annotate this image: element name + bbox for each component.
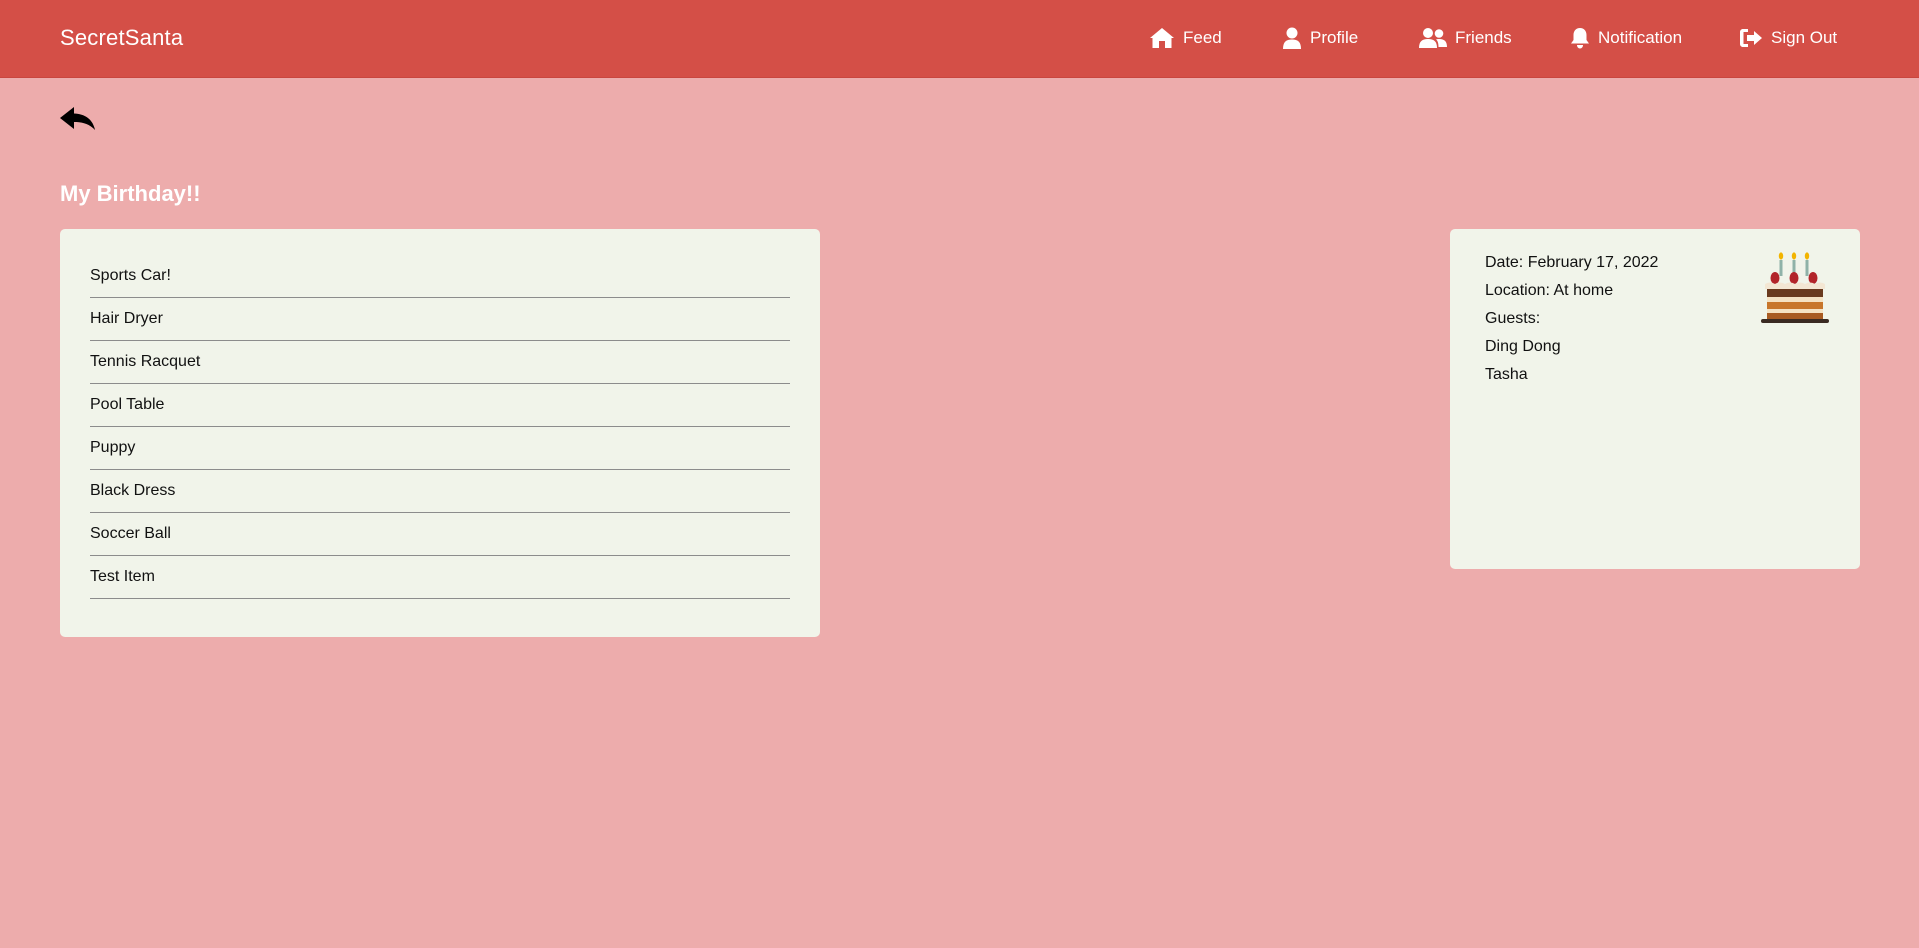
reply-arrow-icon bbox=[60, 107, 95, 130]
wishlist-item[interactable]: Tennis Racquet bbox=[90, 341, 790, 384]
wishlist-item[interactable]: Sports Car! bbox=[90, 255, 790, 298]
event-date: Date: February 17, 2022 bbox=[1485, 254, 1659, 271]
wishlist-item[interactable]: Black Dress bbox=[90, 470, 790, 513]
nav-friends-label: Friends bbox=[1455, 28, 1512, 47]
nav-sign-out[interactable]: Sign Out bbox=[1739, 26, 1837, 50]
nav-notification-label: Notification bbox=[1598, 28, 1683, 47]
home-icon bbox=[1150, 28, 1174, 48]
brand-logo[interactable]: SecretSanta bbox=[60, 25, 183, 51]
sign-out-icon bbox=[1740, 29, 1762, 47]
top-navbar: SecretSanta Feed Profile Friends Notific… bbox=[0, 0, 1919, 78]
nav-profile[interactable]: Profile bbox=[1282, 26, 1358, 50]
guests-label: Guests: bbox=[1485, 310, 1541, 327]
back-button[interactable] bbox=[58, 104, 98, 134]
wishlist-item[interactable]: Puppy bbox=[90, 427, 790, 470]
event-title: My Birthday!! bbox=[60, 181, 201, 206]
guest-name: Tasha bbox=[1485, 366, 1528, 383]
wishlist-item[interactable]: Soccer Ball bbox=[90, 513, 790, 556]
nav-feed-label: Feed bbox=[1183, 28, 1222, 47]
nav-feed[interactable]: Feed bbox=[1149, 26, 1222, 50]
event-details-card: Date: February 17, 2022 Location: At hom… bbox=[1450, 229, 1860, 569]
wishlist-item[interactable]: Hair Dryer bbox=[90, 298, 790, 341]
wishlist-item[interactable]: Test Item bbox=[90, 556, 790, 599]
nav-sign-out-label: Sign Out bbox=[1771, 28, 1838, 47]
nav-notification[interactable]: Notification bbox=[1570, 26, 1682, 50]
birthday-cake-icon bbox=[1761, 252, 1829, 323]
event-location: Location: At home bbox=[1485, 282, 1614, 299]
wishlist-card: Sports Car! Hair Dryer Tennis Racquet Po… bbox=[60, 229, 820, 637]
user-icon bbox=[1283, 27, 1301, 49]
wishlist-item[interactable]: Pool Table bbox=[90, 384, 790, 427]
users-icon bbox=[1419, 28, 1447, 48]
guest-name: Ding Dong bbox=[1485, 338, 1561, 355]
nav-friends[interactable]: Friends bbox=[1419, 26, 1512, 50]
nav-profile-label: Profile bbox=[1310, 28, 1359, 47]
bell-icon bbox=[1571, 28, 1589, 49]
wishlist-list: Sports Car! Hair Dryer Tennis Racquet Po… bbox=[90, 255, 790, 599]
